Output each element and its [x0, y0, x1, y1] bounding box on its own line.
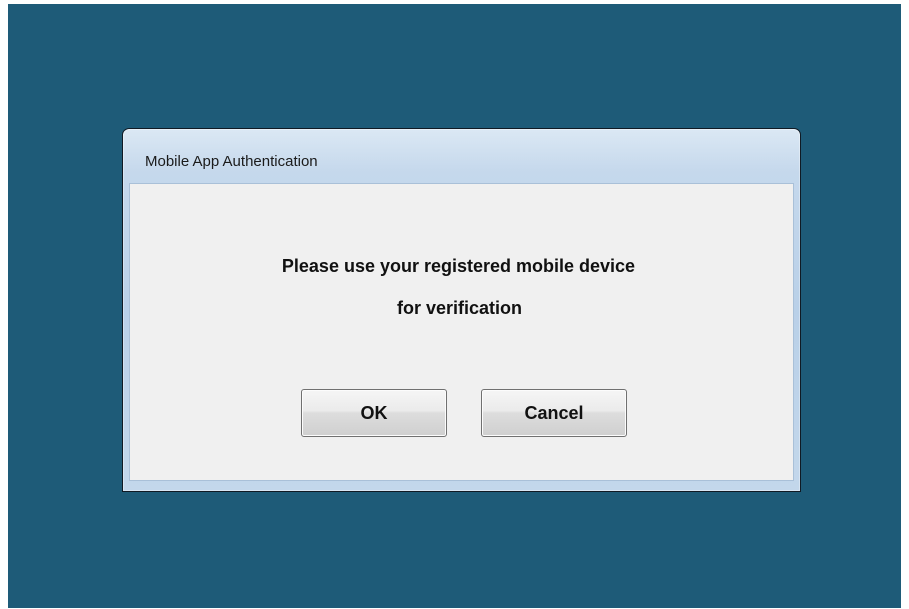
cancel-button[interactable]: Cancel — [481, 389, 627, 437]
dialog-titlebar[interactable]: Mobile App Authentication — [123, 129, 800, 181]
ok-button[interactable]: OK — [301, 389, 447, 437]
message-line-1: Please use your registered mobile device — [281, 256, 636, 276]
authentication-dialog: Mobile App Authentication Please use you… — [122, 128, 801, 492]
desktop-background: Mobile App Authentication Please use you… — [8, 4, 901, 608]
dialog-title: Mobile App Authentication — [145, 153, 318, 170]
message-line-2: for verification — [396, 298, 523, 318]
dialog-content: Please use your registered mobile device… — [129, 183, 794, 481]
